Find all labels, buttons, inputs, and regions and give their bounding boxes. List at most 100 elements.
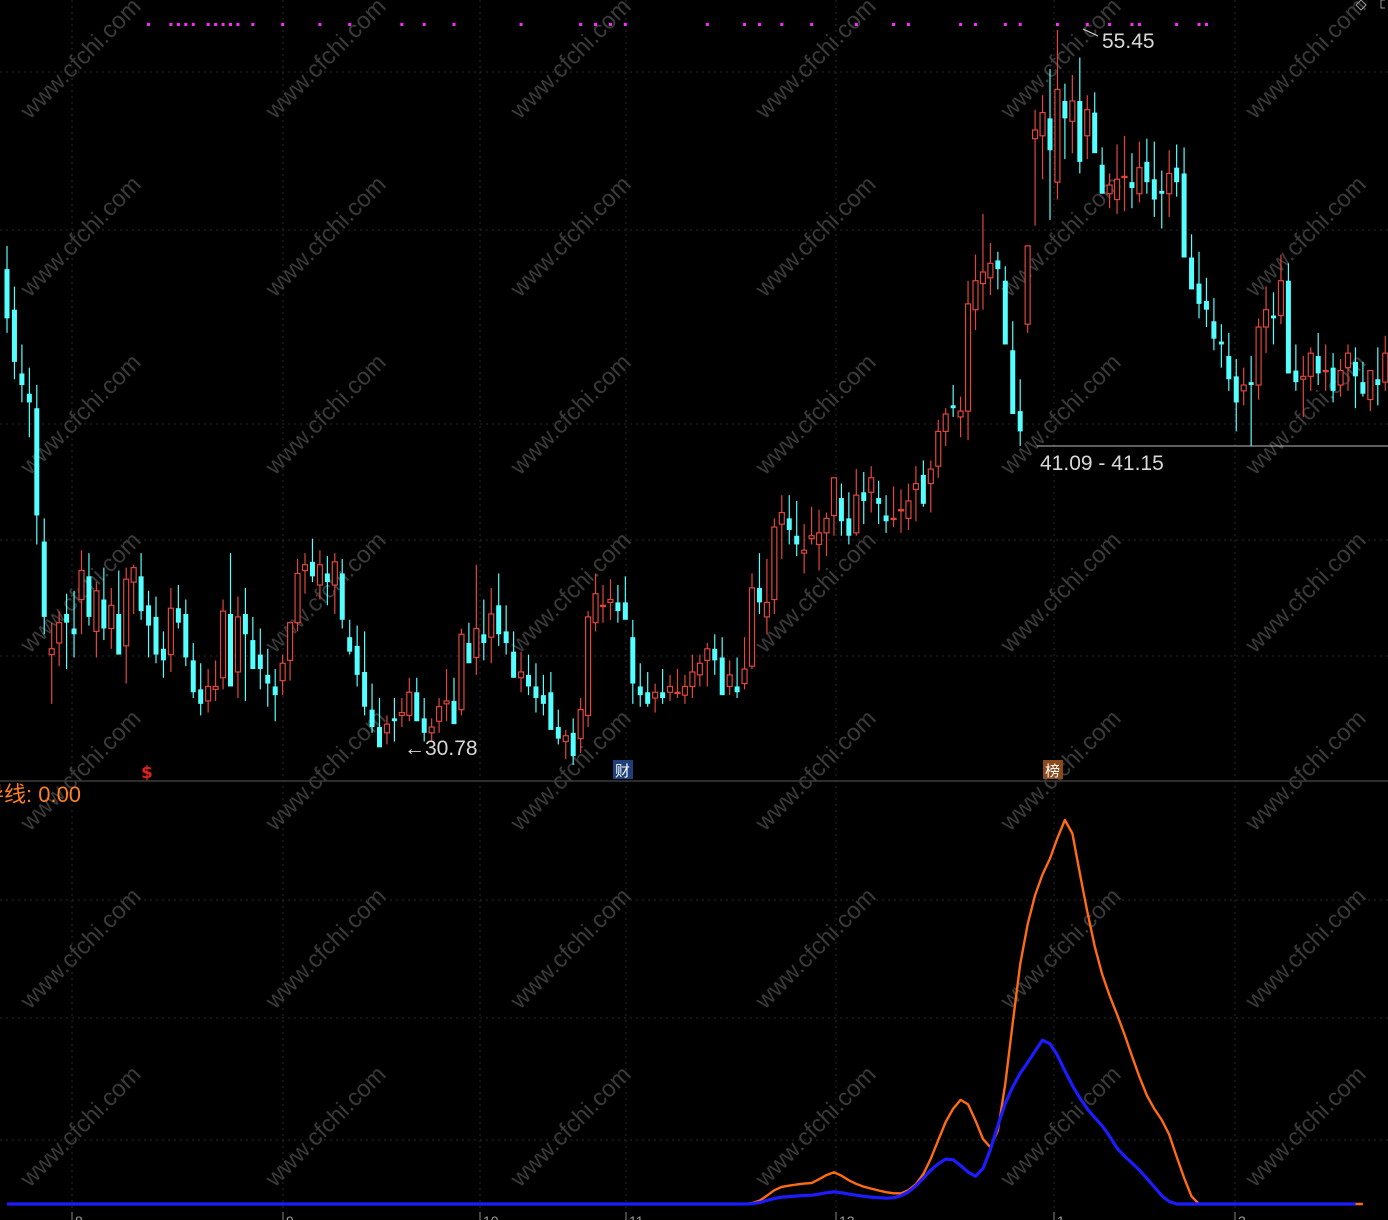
candle-body [815, 532, 823, 546]
candle-body [1069, 100, 1076, 122]
candle-body [48, 648, 55, 656]
candle-body [615, 602, 621, 612]
candle-body [696, 662, 703, 676]
candle-body [920, 474, 926, 504]
candle-body [846, 518, 852, 536]
candle-body [853, 494, 860, 534]
candle-body [108, 604, 115, 630]
candle-body [167, 607, 174, 656]
signal-dot-15 [422, 23, 426, 26]
candle-body [1233, 376, 1239, 403]
signal-dot-37 [1130, 23, 1134, 26]
signal-dot-0 [147, 23, 151, 26]
candle-body [279, 662, 286, 682]
candle-body [219, 610, 227, 679]
candle-body [681, 685, 689, 696]
signal-dot-9 [236, 23, 240, 26]
candle-body [666, 685, 674, 693]
x-tick-label-4: 12 [839, 1213, 855, 1220]
chart-background [0, 0, 1388, 1220]
signal-dot-8 [229, 23, 232, 26]
candle-body [1344, 352, 1352, 369]
candle-body [771, 526, 778, 601]
signal-dot-16 [452, 23, 456, 26]
candle-body [272, 686, 278, 696]
candle-body [689, 671, 696, 688]
candle-body [78, 569, 85, 601]
candle-body [1375, 379, 1381, 386]
candle-body [71, 628, 77, 635]
candle-body [488, 613, 495, 638]
candle-body [369, 709, 375, 728]
candle-body [660, 692, 666, 699]
range-label: 41.09 - 41.15 [1040, 452, 1164, 475]
candle-body [377, 727, 382, 748]
stock-chart: www.cfchi.com www.cfchi.com www.cfchi.com w… [0, 0, 1388, 1220]
candle-body [876, 498, 882, 504]
candle-body [1196, 283, 1202, 304]
candle-body [138, 576, 144, 612]
candle-body [1322, 369, 1329, 373]
signal-dot-17 [519, 23, 523, 26]
candle-body [123, 578, 130, 647]
candle-body [979, 271, 987, 285]
candle-body [548, 692, 554, 730]
candle-body [935, 430, 942, 467]
candle-body [1367, 369, 1374, 401]
candle-body [555, 727, 561, 739]
candle-body [503, 631, 509, 643]
candle-body [972, 280, 979, 311]
candle-body [443, 700, 450, 705]
candle-body [912, 482, 920, 490]
candle-29 [219, 599, 227, 690]
candle-body [786, 518, 792, 530]
signal-dot-27 [854, 23, 858, 26]
signal-dot-7 [221, 23, 225, 26]
candle-body [1307, 352, 1314, 377]
candle-body [1240, 384, 1247, 392]
signal-dot-11 [281, 23, 285, 26]
candle-body [1360, 382, 1366, 394]
candle-body [756, 587, 762, 603]
candle-body [56, 622, 63, 644]
candle-body [1039, 112, 1046, 137]
candle-body [41, 541, 47, 617]
candle-body [234, 616, 242, 673]
candle-body [645, 692, 651, 704]
candle-body [287, 622, 294, 661]
candle-body [607, 598, 614, 604]
candle-body [1024, 245, 1031, 325]
candle-body [101, 599, 107, 629]
candle-body [354, 645, 360, 675]
candle-body [347, 637, 353, 652]
signal-dot-2 [176, 23, 180, 26]
candle-body [890, 517, 897, 521]
candle-body [577, 709, 584, 740]
candle-body [93, 590, 100, 632]
candle-body [64, 613, 70, 623]
candle-body [11, 309, 17, 362]
candle-body [995, 260, 1001, 270]
candle-body [473, 627, 480, 659]
candle-body [160, 648, 166, 661]
candle-body [451, 700, 457, 725]
signal-dot-18 [579, 23, 583, 26]
candle-body [719, 657, 725, 696]
candle-body [964, 303, 972, 412]
signal-dot-26 [810, 23, 814, 26]
signal-dot-1 [169, 23, 173, 26]
signal-dot-38 [1137, 23, 1141, 26]
signal-dot-29 [906, 23, 910, 26]
candle-body [1218, 341, 1224, 345]
candle-body [1277, 280, 1285, 317]
candle-body [748, 587, 756, 667]
candle-body [1211, 321, 1217, 339]
candle-body [987, 262, 994, 279]
s-marker-icon: $ [141, 763, 153, 783]
signal-dot-24 [757, 23, 761, 26]
candle-body [212, 685, 219, 690]
candle-61 [458, 628, 465, 716]
candle-body [540, 695, 546, 704]
indicator-label: 导线: 0.00 [0, 782, 81, 807]
candle-body [957, 410, 964, 418]
